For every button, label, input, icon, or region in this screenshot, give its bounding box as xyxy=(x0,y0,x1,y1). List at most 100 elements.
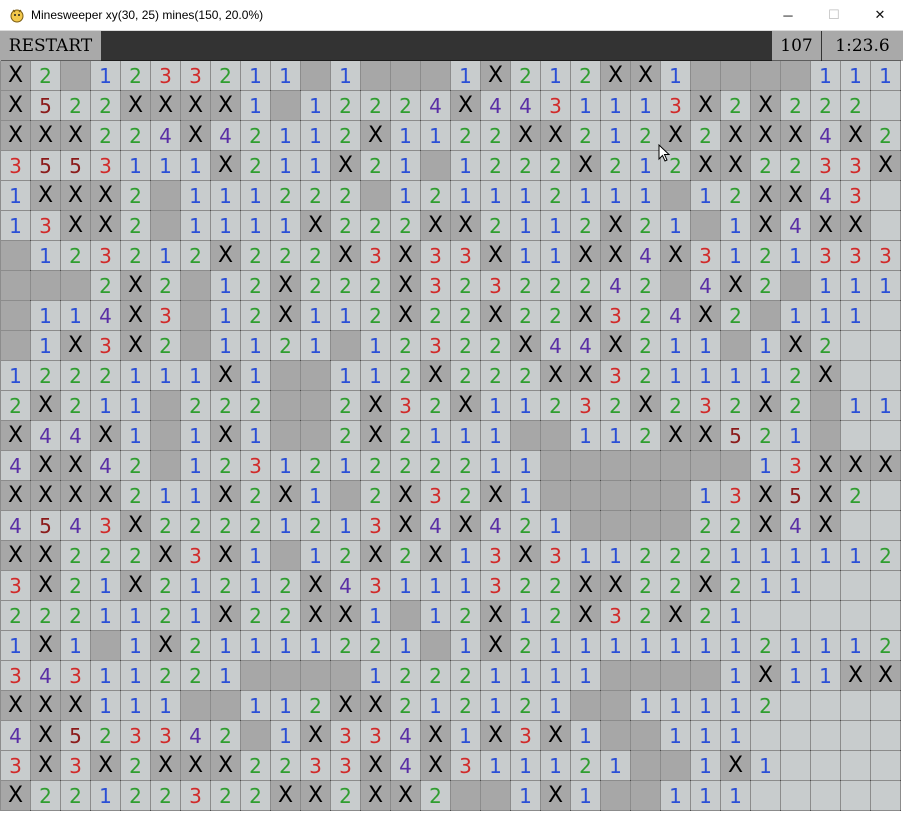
cell-number[interactable]: 1 xyxy=(691,181,720,210)
cell-number[interactable]: 2 xyxy=(451,271,480,300)
cell-number[interactable]: 2 xyxy=(781,391,810,420)
cell-number[interactable]: 2 xyxy=(241,151,270,180)
cell-number[interactable]: 1 xyxy=(721,601,750,630)
cell-number[interactable]: 3 xyxy=(91,331,120,360)
cell-number[interactable]: 2 xyxy=(361,301,390,330)
cell-number[interactable]: 2 xyxy=(481,211,510,240)
cell-number[interactable]: 2 xyxy=(841,91,870,120)
cell-number[interactable]: 1 xyxy=(841,61,870,90)
cell-number[interactable]: 3 xyxy=(841,151,870,180)
cell-number[interactable]: 1 xyxy=(781,541,810,570)
cell-number[interactable]: 3 xyxy=(151,61,180,90)
cell-number[interactable]: 1 xyxy=(841,271,870,300)
cell-number[interactable]: 1 xyxy=(541,631,570,660)
cell-number[interactable]: 5 xyxy=(31,151,60,180)
cell-number[interactable]: 2 xyxy=(121,451,150,480)
cell-number[interactable]: 3 xyxy=(481,571,510,600)
cell-number[interactable]: 2 xyxy=(571,121,600,150)
cell-number[interactable]: 1 xyxy=(1,361,30,390)
mine-icon[interactable]: X xyxy=(481,61,510,90)
mine-icon[interactable]: X xyxy=(151,91,180,120)
cell-number[interactable]: 2 xyxy=(301,451,330,480)
cell-number[interactable]: 1 xyxy=(691,781,720,810)
cell-number[interactable]: 1 xyxy=(661,61,690,90)
cell-number[interactable]: 2 xyxy=(811,331,840,360)
cell-number[interactable]: 2 xyxy=(391,91,420,120)
cell-number[interactable]: 1 xyxy=(781,661,810,690)
cell-number[interactable]: 2 xyxy=(751,691,780,720)
mine-icon[interactable]: X xyxy=(31,631,60,660)
cell-number[interactable]: 1 xyxy=(91,781,120,810)
cell-unrevealed[interactable] xyxy=(271,391,300,420)
mine-icon[interactable]: X xyxy=(391,241,420,270)
cell-number[interactable]: 3 xyxy=(331,721,360,750)
cell-number[interactable]: 1 xyxy=(241,571,270,600)
cell-number[interactable]: 1 xyxy=(571,661,600,690)
cell-number[interactable]: 4 xyxy=(91,451,120,480)
cell-number[interactable]: 2 xyxy=(271,751,300,780)
mine-icon[interactable]: X xyxy=(31,571,60,600)
cell-number[interactable]: 2 xyxy=(751,421,780,450)
cell-number[interactable]: 2 xyxy=(331,781,360,810)
cell-number[interactable]: 1 xyxy=(781,631,810,660)
mine-icon[interactable]: X xyxy=(541,361,570,390)
cell-number[interactable]: 3 xyxy=(1,661,30,690)
cell-unrevealed[interactable] xyxy=(631,751,660,780)
cell-number[interactable]: 1 xyxy=(541,511,570,540)
mine-icon[interactable]: X xyxy=(361,121,390,150)
cell-unrevealed[interactable] xyxy=(811,391,840,420)
cell-empty[interactable] xyxy=(841,691,870,720)
mine-icon[interactable]: X xyxy=(31,181,60,210)
cell-number[interactable]: 2 xyxy=(181,661,210,690)
cell-number[interactable]: 3 xyxy=(421,481,450,510)
cell-number[interactable]: 3 xyxy=(91,241,120,270)
cell-number[interactable]: 2 xyxy=(691,121,720,150)
cell-number[interactable]: 1 xyxy=(691,361,720,390)
cell-number[interactable]: 1 xyxy=(691,721,720,750)
mine-icon[interactable]: X xyxy=(811,481,840,510)
cell-number[interactable]: 2 xyxy=(541,271,570,300)
cell-number[interactable]: 1 xyxy=(511,661,540,690)
cell-number[interactable]: 1 xyxy=(181,361,210,390)
cell-number[interactable]: 2 xyxy=(181,631,210,660)
cell-number[interactable]: 2 xyxy=(331,631,360,660)
cell-unrevealed[interactable] xyxy=(691,661,720,690)
cell-number[interactable]: 3 xyxy=(601,361,630,390)
cell-number[interactable]: 1 xyxy=(841,391,870,420)
mine-icon[interactable]: X xyxy=(481,301,510,330)
cell-number[interactable]: 1 xyxy=(31,331,60,360)
cell-number[interactable]: 3 xyxy=(571,391,600,420)
mine-icon[interactable]: X xyxy=(391,781,420,810)
cell-unrevealed[interactable] xyxy=(271,661,300,690)
cell-number[interactable]: 2 xyxy=(211,571,240,600)
cell-number[interactable]: 2 xyxy=(421,661,450,690)
cell-number[interactable]: 1 xyxy=(271,631,300,660)
cell-number[interactable]: 1 xyxy=(601,631,630,660)
cell-number[interactable]: 1 xyxy=(271,151,300,180)
cell-unrevealed[interactable] xyxy=(61,271,90,300)
cell-number[interactable]: 2 xyxy=(331,271,360,300)
cell-number[interactable]: 4 xyxy=(31,661,60,690)
cell-number[interactable]: 1 xyxy=(1,181,30,210)
cell-number[interactable]: 2 xyxy=(721,181,750,210)
cell-number[interactable]: 1 xyxy=(541,661,570,690)
cell-number[interactable]: 1 xyxy=(331,451,360,480)
mine-icon[interactable]: X xyxy=(301,601,330,630)
mine-icon[interactable]: X xyxy=(601,211,630,240)
cell-empty[interactable] xyxy=(871,421,900,450)
cell-number[interactable]: 1 xyxy=(811,541,840,570)
cell-number[interactable]: 2 xyxy=(781,151,810,180)
cell-number[interactable]: 1 xyxy=(181,481,210,510)
mine-icon[interactable]: X xyxy=(1,481,30,510)
cell-number[interactable]: 2 xyxy=(91,91,120,120)
cell-number[interactable]: 2 xyxy=(241,391,270,420)
cell-unrevealed[interactable] xyxy=(661,181,690,210)
cell-number[interactable]: 4 xyxy=(61,421,90,450)
mine-icon[interactable]: X xyxy=(301,211,330,240)
mine-icon[interactable]: X xyxy=(91,211,120,240)
cell-number[interactable]: 2 xyxy=(811,91,840,120)
cell-empty[interactable] xyxy=(811,601,840,630)
cell-number[interactable]: 1 xyxy=(631,151,660,180)
cell-number[interactable]: 1 xyxy=(211,331,240,360)
cell-number[interactable]: 2 xyxy=(541,601,570,630)
